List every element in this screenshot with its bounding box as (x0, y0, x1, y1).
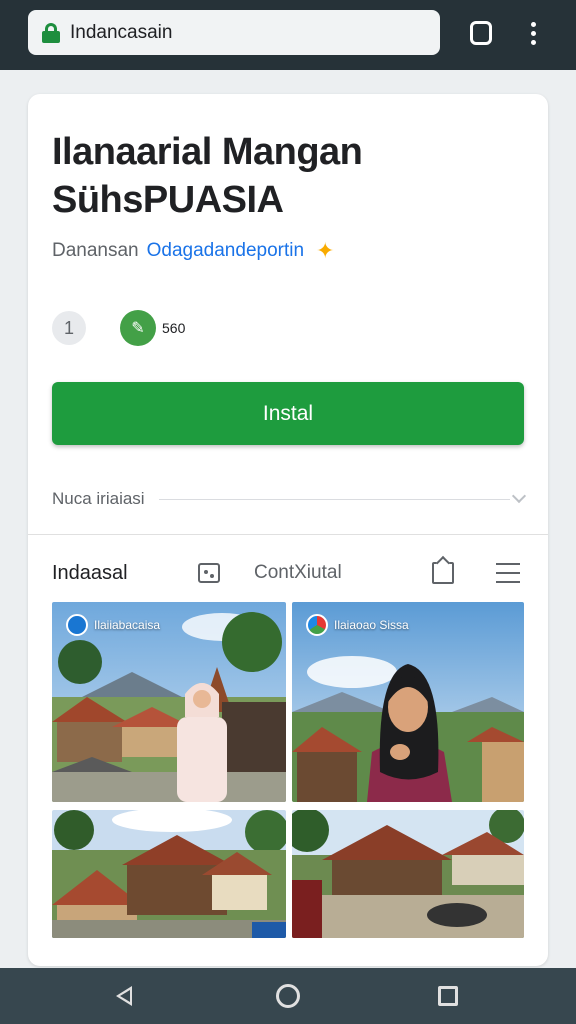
gallery-label: Indaasal (52, 561, 128, 584)
app-logo-icon (306, 614, 328, 636)
notice-divider (158, 498, 510, 500)
app-card: Ilanaarial Mangan SühsPUASIA Danansan Od… (28, 94, 548, 966)
verified-badge-icon: ✦ (316, 238, 335, 263)
image-icon[interactable] (198, 563, 220, 583)
section-divider (28, 534, 548, 535)
url-text: Indancasain (70, 21, 173, 43)
share-icon[interactable] (432, 562, 454, 584)
notice-text: Nuca iriaiasi (52, 489, 145, 508)
home-icon[interactable] (276, 984, 300, 1008)
gallery-toolbar: Indaasal ContXiutal (52, 556, 524, 590)
developer-link[interactable]: Odagadandeportin (147, 240, 304, 262)
lock-icon (42, 22, 60, 43)
tabs-count-icon (470, 21, 492, 45)
overflow-menu-button[interactable] (524, 18, 542, 48)
tab-context[interactable]: ContXiutal (254, 562, 432, 584)
tabs-switcher-button[interactable] (466, 18, 496, 48)
developer-label: Danansan (52, 240, 139, 261)
app-logo-icon (66, 614, 88, 636)
app-meta-row: 1 ✎ 560 (52, 310, 185, 346)
screenshot-1[interactable]: Ilaiiabacaisa (52, 602, 286, 802)
list-icon[interactable] (496, 563, 520, 583)
chevron-down-icon (511, 488, 527, 504)
screenshot-gallery: Ilaiiabacaisa Ilaiaoao Sissa (52, 602, 524, 938)
screenshot-2[interactable]: Ilaiaoao Sissa (292, 602, 524, 802)
category-icon: ✎ (120, 310, 156, 346)
recents-icon[interactable] (438, 986, 458, 1006)
install-button[interactable]: Instal (52, 382, 524, 445)
back-icon[interactable] (116, 986, 132, 1006)
browser-toolbar: Indancasain (0, 0, 576, 70)
download-count: 560 (162, 320, 186, 336)
notice-row[interactable]: Nuca iriaiasi (52, 486, 527, 512)
app-title: Ilanaarial Mangan SühsPUASIA (52, 131, 363, 221)
rating-badge: 1 (52, 311, 86, 345)
screenshot-caption: Ilaiiabacaisa (66, 614, 160, 636)
screenshot-3[interactable] (52, 810, 286, 938)
screenshot-caption: Ilaiaoao Sissa (306, 614, 409, 636)
developer-row: Danansan Odagadandeportin ✦ (52, 240, 338, 262)
screenshot-4[interactable] (292, 810, 524, 938)
system-nav-bar (0, 968, 576, 1024)
address-bar[interactable]: Indancasain (28, 10, 440, 55)
